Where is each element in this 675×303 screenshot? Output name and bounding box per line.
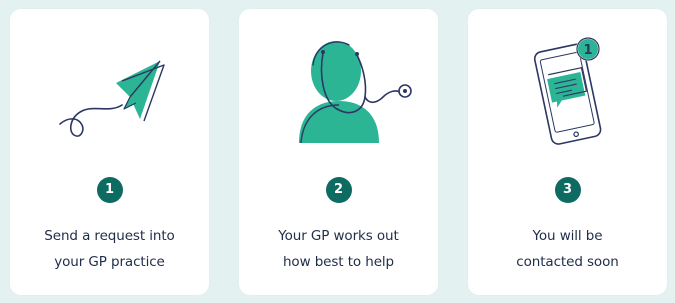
steps-panel: 1 Send a request into your GP practice 2… xyxy=(0,0,675,303)
step-description: You will be contacted soon xyxy=(468,223,667,275)
doctor-stethoscope-icon xyxy=(299,41,412,144)
step-description-line-2: how best to help xyxy=(282,254,395,270)
notification-count: 1 xyxy=(583,43,592,58)
step-number-badge: 2 xyxy=(325,177,352,203)
step-description-line-2: your GP practice xyxy=(54,254,165,270)
paper-plane-icon xyxy=(59,60,165,137)
step-description: Your GP works out how best to help xyxy=(239,223,438,275)
step-number-badge: 3 xyxy=(554,177,581,203)
step-description-line-2: contacted soon xyxy=(516,254,619,270)
step-card-2: 2 Your GP works out how best to help xyxy=(239,9,438,295)
step-description-line-1: Your GP works out xyxy=(278,228,399,244)
step-description: Send a request into your GP practice xyxy=(10,223,209,275)
step-description-line-1: You will be xyxy=(532,228,603,244)
phone-message-icon: 1 xyxy=(533,37,602,145)
step-number-badge: 1 xyxy=(96,177,123,203)
step-card-1: 1 Send a request into your GP practice xyxy=(10,9,209,295)
step-description-line-1: Send a request into xyxy=(44,228,175,244)
step-card-3: 1 3 You will be contacted soon xyxy=(468,9,667,295)
